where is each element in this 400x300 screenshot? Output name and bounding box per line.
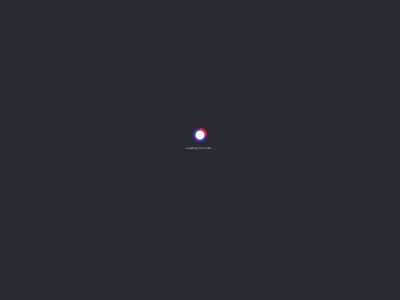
loading-indicator: Loading Your File... bbox=[175, 124, 225, 154]
spinner-icon bbox=[193, 128, 207, 142]
loading-screen: Loading Your File... bbox=[0, 0, 400, 300]
loading-message: Loading Your File... bbox=[186, 146, 214, 150]
